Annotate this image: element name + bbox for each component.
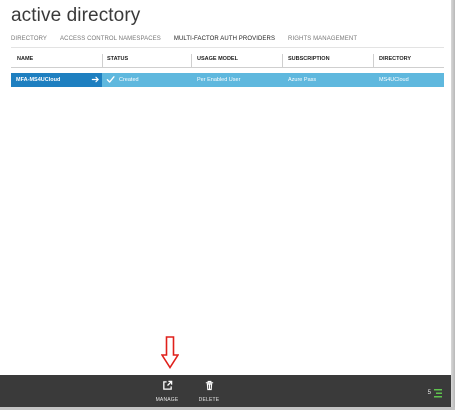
usage-model-value: Per Enabled User (197, 77, 241, 83)
subscription-value: Azure Pass (288, 77, 317, 83)
table-header: NAME STATUS USAGE MODEL SUBSCRIPTION DIR… (11, 54, 444, 68)
column-header-status[interactable]: STATUS (107, 56, 128, 62)
tab-rights-management[interactable]: RIGHTS MANAGEMENT (288, 36, 357, 42)
activity-count[interactable]: 5 (428, 390, 431, 396)
tab-multi-factor-auth-providers[interactable]: MULTI-FACTOR AUTH PROVIDERS (174, 36, 275, 42)
delete-label: DELETE (198, 397, 220, 403)
delete-button[interactable]: DELETE (194, 380, 224, 403)
activity-list-icon[interactable] (433, 388, 443, 399)
page-title: active directory (11, 5, 141, 26)
column-divider (102, 54, 103, 68)
column-header-name[interactable]: NAME (17, 56, 33, 62)
tab-access-control-namespaces[interactable]: ACCESS CONTROL NAMESPACES (60, 36, 161, 42)
column-divider (191, 54, 192, 68)
manage-button[interactable]: MANAGE (152, 380, 182, 403)
column-header-usage-model[interactable]: USAGE MODEL (197, 56, 238, 62)
column-divider (373, 54, 374, 68)
down-arrow-icon (161, 336, 179, 369)
manage-label: MANAGE (155, 397, 179, 403)
status-value: Created (119, 77, 139, 83)
window-edge (451, 0, 455, 410)
table-row[interactable]: MFA-MS4UCloud Created Per Enabled User A… (11, 73, 444, 87)
external-link-icon (162, 380, 172, 390)
directory-value: MS4UCloud (379, 77, 409, 83)
column-divider (282, 54, 283, 68)
trash-icon (205, 380, 213, 391)
column-header-directory[interactable]: DIRECTORY (379, 56, 411, 62)
provider-name[interactable]: MFA-MS4UCloud (16, 77, 60, 83)
tab-directory[interactable]: DIRECTORY (11, 36, 47, 42)
tab-divider (11, 47, 444, 48)
providers-table: NAME STATUS USAGE MODEL SUBSCRIPTION DIR… (11, 54, 444, 87)
tab-strip: DIRECTORY ACCESS CONTROL NAMESPACES MULT… (11, 36, 370, 42)
checkmark-icon (106, 76, 115, 83)
portal-window: active directory DIRECTORY ACCESS CONTRO… (0, 0, 455, 410)
arrow-right-icon[interactable] (91, 75, 100, 84)
command-bar: MANAGE DELETE 5 (0, 375, 451, 407)
column-header-subscription[interactable]: SUBSCRIPTION (288, 56, 330, 62)
